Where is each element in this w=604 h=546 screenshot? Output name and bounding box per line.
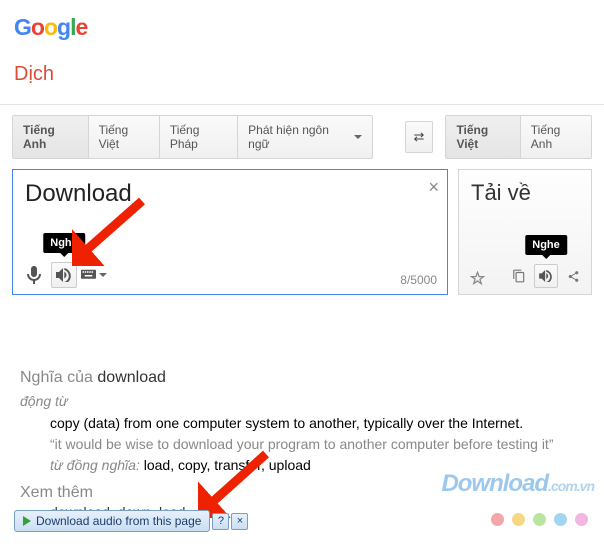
speaker-icon [56,268,72,282]
copy-icon [512,269,526,283]
definition-body: copy (data) from one computer system to … [20,413,590,476]
star-button[interactable] [467,268,487,288]
dot [554,513,567,526]
swap-languages-button[interactable]: ⇄ [405,121,434,153]
target-text-area: Tải về Nghe [458,169,592,295]
target-lang-tabs: Tiếng Việt Tiếng Anh [445,115,592,159]
listen-target-button[interactable]: Nghe [534,264,558,288]
microphone-icon [27,266,41,284]
target-text: Tải về [471,180,579,206]
listen-source-button[interactable]: Nghe [51,262,77,288]
definition-text: copy (data) from one computer system to … [50,413,590,434]
detect-label: Phát hiện ngôn ngữ [248,123,346,151]
target-tools-left [467,268,487,288]
app-name[interactable]: Dịch [0,41,604,104]
chevron-down-icon [354,135,362,139]
dot [575,513,588,526]
dot [512,513,525,526]
watermark: Download.com.vn [441,470,594,498]
keyboard-button[interactable] [81,262,107,288]
source-text[interactable]: Download [25,180,435,208]
char-count: 8/5000 [400,273,437,287]
source-text-area[interactable]: Download × 8/5000 Nghe [12,169,448,295]
color-dots [491,513,588,526]
play-icon [23,516,31,526]
download-audio-button[interactable]: Download audio from this page [14,510,210,532]
main-panels: Download × 8/5000 Nghe Tải về [0,159,604,295]
source-tools: Nghe [21,262,107,288]
share-button[interactable] [563,266,583,286]
target-tools: Nghe [509,264,583,288]
src-lang-vietnamese[interactable]: Tiếng Việt [89,116,160,158]
tooltip-listen-target: Nghe [525,235,567,255]
download-audio-label: Download audio from this page [36,514,201,528]
chevron-down-icon [99,273,107,277]
speaker-icon [539,270,553,282]
definition-title: Nghĩa của download [20,369,590,387]
microphone-button[interactable] [21,262,47,288]
language-bar: Tiếng Anh Tiếng Việt Tiếng Pháp Phát hiệ… [0,115,604,159]
keyboard-icon [81,268,96,282]
share-icon [567,270,580,283]
source-lang-tabs: Tiếng Anh Tiếng Việt Tiếng Pháp Phát hiệ… [12,115,373,159]
part-of-speech: động từ [20,393,590,409]
divider [0,104,604,105]
tgt-lang-vietnamese[interactable]: Tiếng Việt [446,116,520,158]
clear-button[interactable]: × [428,177,439,198]
tooltip-listen: Nghe [43,233,85,253]
download-audio-bar: Download audio from this page ? × [14,510,248,532]
swap-icon: ⇄ [414,129,425,144]
definition-example: “it would be wise to download your progr… [50,434,590,455]
src-lang-english[interactable]: Tiếng Anh [13,116,89,158]
src-lang-detect[interactable]: Phát hiện ngôn ngữ [238,116,371,158]
star-icon [470,271,485,286]
tgt-lang-english[interactable]: Tiếng Anh [521,116,591,158]
dot [533,513,546,526]
dot [491,513,504,526]
google-logo: Google [14,14,604,41]
help-button[interactable]: ? [212,513,229,530]
src-lang-french[interactable]: Tiếng Pháp [160,116,238,158]
header-logo: Google [0,0,604,41]
copy-button[interactable] [509,266,529,286]
close-button[interactable]: × [231,513,248,530]
